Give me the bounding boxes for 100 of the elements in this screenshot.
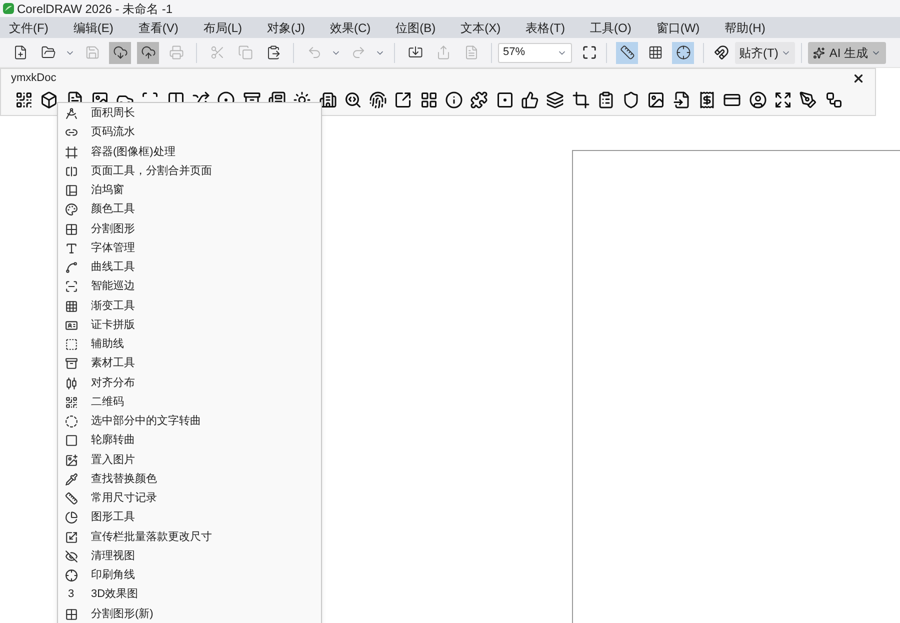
- corners-icon: [582, 45, 596, 60]
- thumbs-up-icon[interactable]: [520, 91, 539, 109]
- building-icon[interactable]: [318, 91, 337, 109]
- workflow-icon[interactable]: [824, 91, 842, 109]
- shield-icon[interactable]: [622, 91, 640, 109]
- palette-icon: [64, 203, 78, 216]
- split-square-icon: [64, 164, 78, 178]
- menu-entry[interactable]: 印刷角线: [58, 566, 321, 586]
- menu-entry[interactable]: 颜色工具: [58, 200, 321, 220]
- number-glyph: 3: [68, 589, 74, 600]
- ruler-icon: [620, 45, 634, 60]
- expand-icon[interactable]: [774, 91, 792, 109]
- square-icon[interactable]: [496, 91, 514, 109]
- new-file-icon: [12, 45, 28, 60]
- puzzle-icon[interactable]: [470, 91, 488, 109]
- menu-item[interactable]: 布局(L): [203, 22, 242, 34]
- import-icon: [408, 45, 422, 60]
- frame-icon: [64, 146, 78, 159]
- crosshair-icon: [64, 569, 78, 582]
- pen-icon[interactable]: [799, 91, 818, 109]
- menu-item[interactable]: 查看(V): [138, 22, 178, 34]
- dot-grid-icon: [64, 300, 78, 313]
- menu-item[interactable]: 文件(F): [9, 22, 48, 34]
- menu-entry[interactable]: 泊坞窗: [58, 181, 321, 200]
- menu-entry[interactable]: 分割图形: [58, 220, 321, 239]
- menu-entry[interactable]: 清理视图: [58, 546, 321, 566]
- fingerprint-icon[interactable]: [369, 91, 388, 109]
- curve-icon: [64, 261, 78, 274]
- menu-entry[interactable]: 字体管理: [58, 238, 321, 258]
- cloud-download-button[interactable]: [109, 42, 131, 64]
- menu-entry[interactable]: 常用尺寸记录: [58, 489, 321, 508]
- menu-entry[interactable]: 选中部分中的文字转曲: [58, 412, 321, 432]
- menu-entry[interactable]: 对齐分布: [58, 374, 321, 393]
- menu-item[interactable]: 位图(B): [396, 22, 436, 34]
- menu-entry[interactable]: 素材工具: [58, 354, 321, 374]
- menu-entry[interactable]: 辅助线: [58, 335, 321, 354]
- search-icon[interactable]: [344, 91, 362, 109]
- align-icon: [64, 376, 78, 390]
- close-icon[interactable]: [852, 72, 865, 84]
- grid-icon: [64, 222, 78, 236]
- menu-entry[interactable]: 页面工具，分割合并页面: [58, 162, 321, 181]
- grid-icon: [648, 45, 662, 60]
- menu-entry[interactable]: 查找替换颜色: [58, 470, 321, 489]
- clipboard-icon: [266, 45, 280, 60]
- qr-code-icon[interactable]: [15, 91, 33, 109]
- menu-item[interactable]: 效果(C): [330, 22, 371, 34]
- cloud-upload-button[interactable]: [137, 42, 159, 64]
- card-icon[interactable]: [723, 91, 742, 109]
- compass-icon: [64, 107, 78, 120]
- square-icon: [64, 434, 78, 448]
- id-card-icon: [64, 318, 78, 332]
- menu-item[interactable]: 文本(X): [460, 22, 501, 34]
- menu-entry[interactable]: 曲线工具: [58, 258, 321, 278]
- grid-icon[interactable]: [420, 91, 438, 109]
- menu-entry[interactable]: 宣传栏批量落款更改尺寸: [58, 528, 321, 547]
- export-icon: [436, 45, 450, 60]
- menu-entry[interactable]: 图形工具: [58, 508, 321, 528]
- info-icon[interactable]: [445, 91, 464, 109]
- crosshair-icon: [676, 45, 690, 60]
- image-icon: [64, 454, 78, 467]
- menu-item[interactable]: 窗口(W): [656, 22, 700, 34]
- ruler-icon: [64, 492, 78, 506]
- pipette-icon: [64, 472, 78, 486]
- menu-entry[interactable]: 分割图形(新): [58, 604, 321, 623]
- redo-icon: [350, 45, 366, 60]
- ruler-button[interactable]: [616, 42, 638, 64]
- cube-icon[interactable]: [40, 91, 58, 109]
- snap-dropdown[interactable]: 贴齐(T): [735, 42, 796, 64]
- menu-item[interactable]: 对象(J): [267, 22, 305, 34]
- circle-icon[interactable]: [748, 91, 767, 109]
- ai-generate-button[interactable]: AI 生成: [808, 42, 886, 64]
- menu-entry[interactable]: 渐变工具: [58, 296, 321, 316]
- receipt-icon[interactable]: [698, 91, 716, 109]
- menu-entry[interactable]: 二维码: [58, 392, 321, 412]
- menu-entry[interactable]: 容器(图像框)处理: [58, 142, 321, 162]
- menu-entry[interactable]: 面积周长: [58, 104, 321, 124]
- menu-entry[interactable]: 证卡拼版: [58, 316, 321, 335]
- menu-entry[interactable]: 3 3D效果图: [58, 585, 321, 604]
- window-title: CorelDRAW 2026 - 未命名 -1: [17, 2, 173, 14]
- magnet-icon: [714, 45, 728, 60]
- menu-entry[interactable]: 智能巡边: [58, 277, 321, 296]
- crossed-eye-icon: [64, 550, 78, 563]
- menu-entry[interactable]: 页码流水: [58, 123, 321, 142]
- save-icon: [84, 45, 100, 60]
- layers-icon[interactable]: [546, 91, 564, 109]
- crosshair-button[interactable]: [672, 42, 694, 64]
- file-input-icon[interactable]: [672, 91, 691, 109]
- crop-icon[interactable]: [572, 91, 590, 109]
- menu-item[interactable]: 编辑(E): [73, 22, 114, 34]
- menu-entry[interactable]: 轮廓转曲: [58, 431, 321, 450]
- app-logo-icon: [3, 3, 14, 14]
- arrow-box-icon[interactable]: [394, 91, 412, 109]
- menu-item[interactable]: 表格(T): [526, 22, 565, 34]
- menu-item[interactable]: 工具(O): [590, 22, 632, 34]
- menu-item[interactable]: 帮助(H): [724, 22, 766, 34]
- dashed-square-icon: [64, 338, 78, 352]
- menu-entry[interactable]: 置入图片: [58, 450, 321, 470]
- picture-frame-icon[interactable]: [647, 91, 666, 109]
- zoom-select[interactable]: 57%: [498, 42, 572, 62]
- clipboard-icon[interactable]: [596, 91, 615, 109]
